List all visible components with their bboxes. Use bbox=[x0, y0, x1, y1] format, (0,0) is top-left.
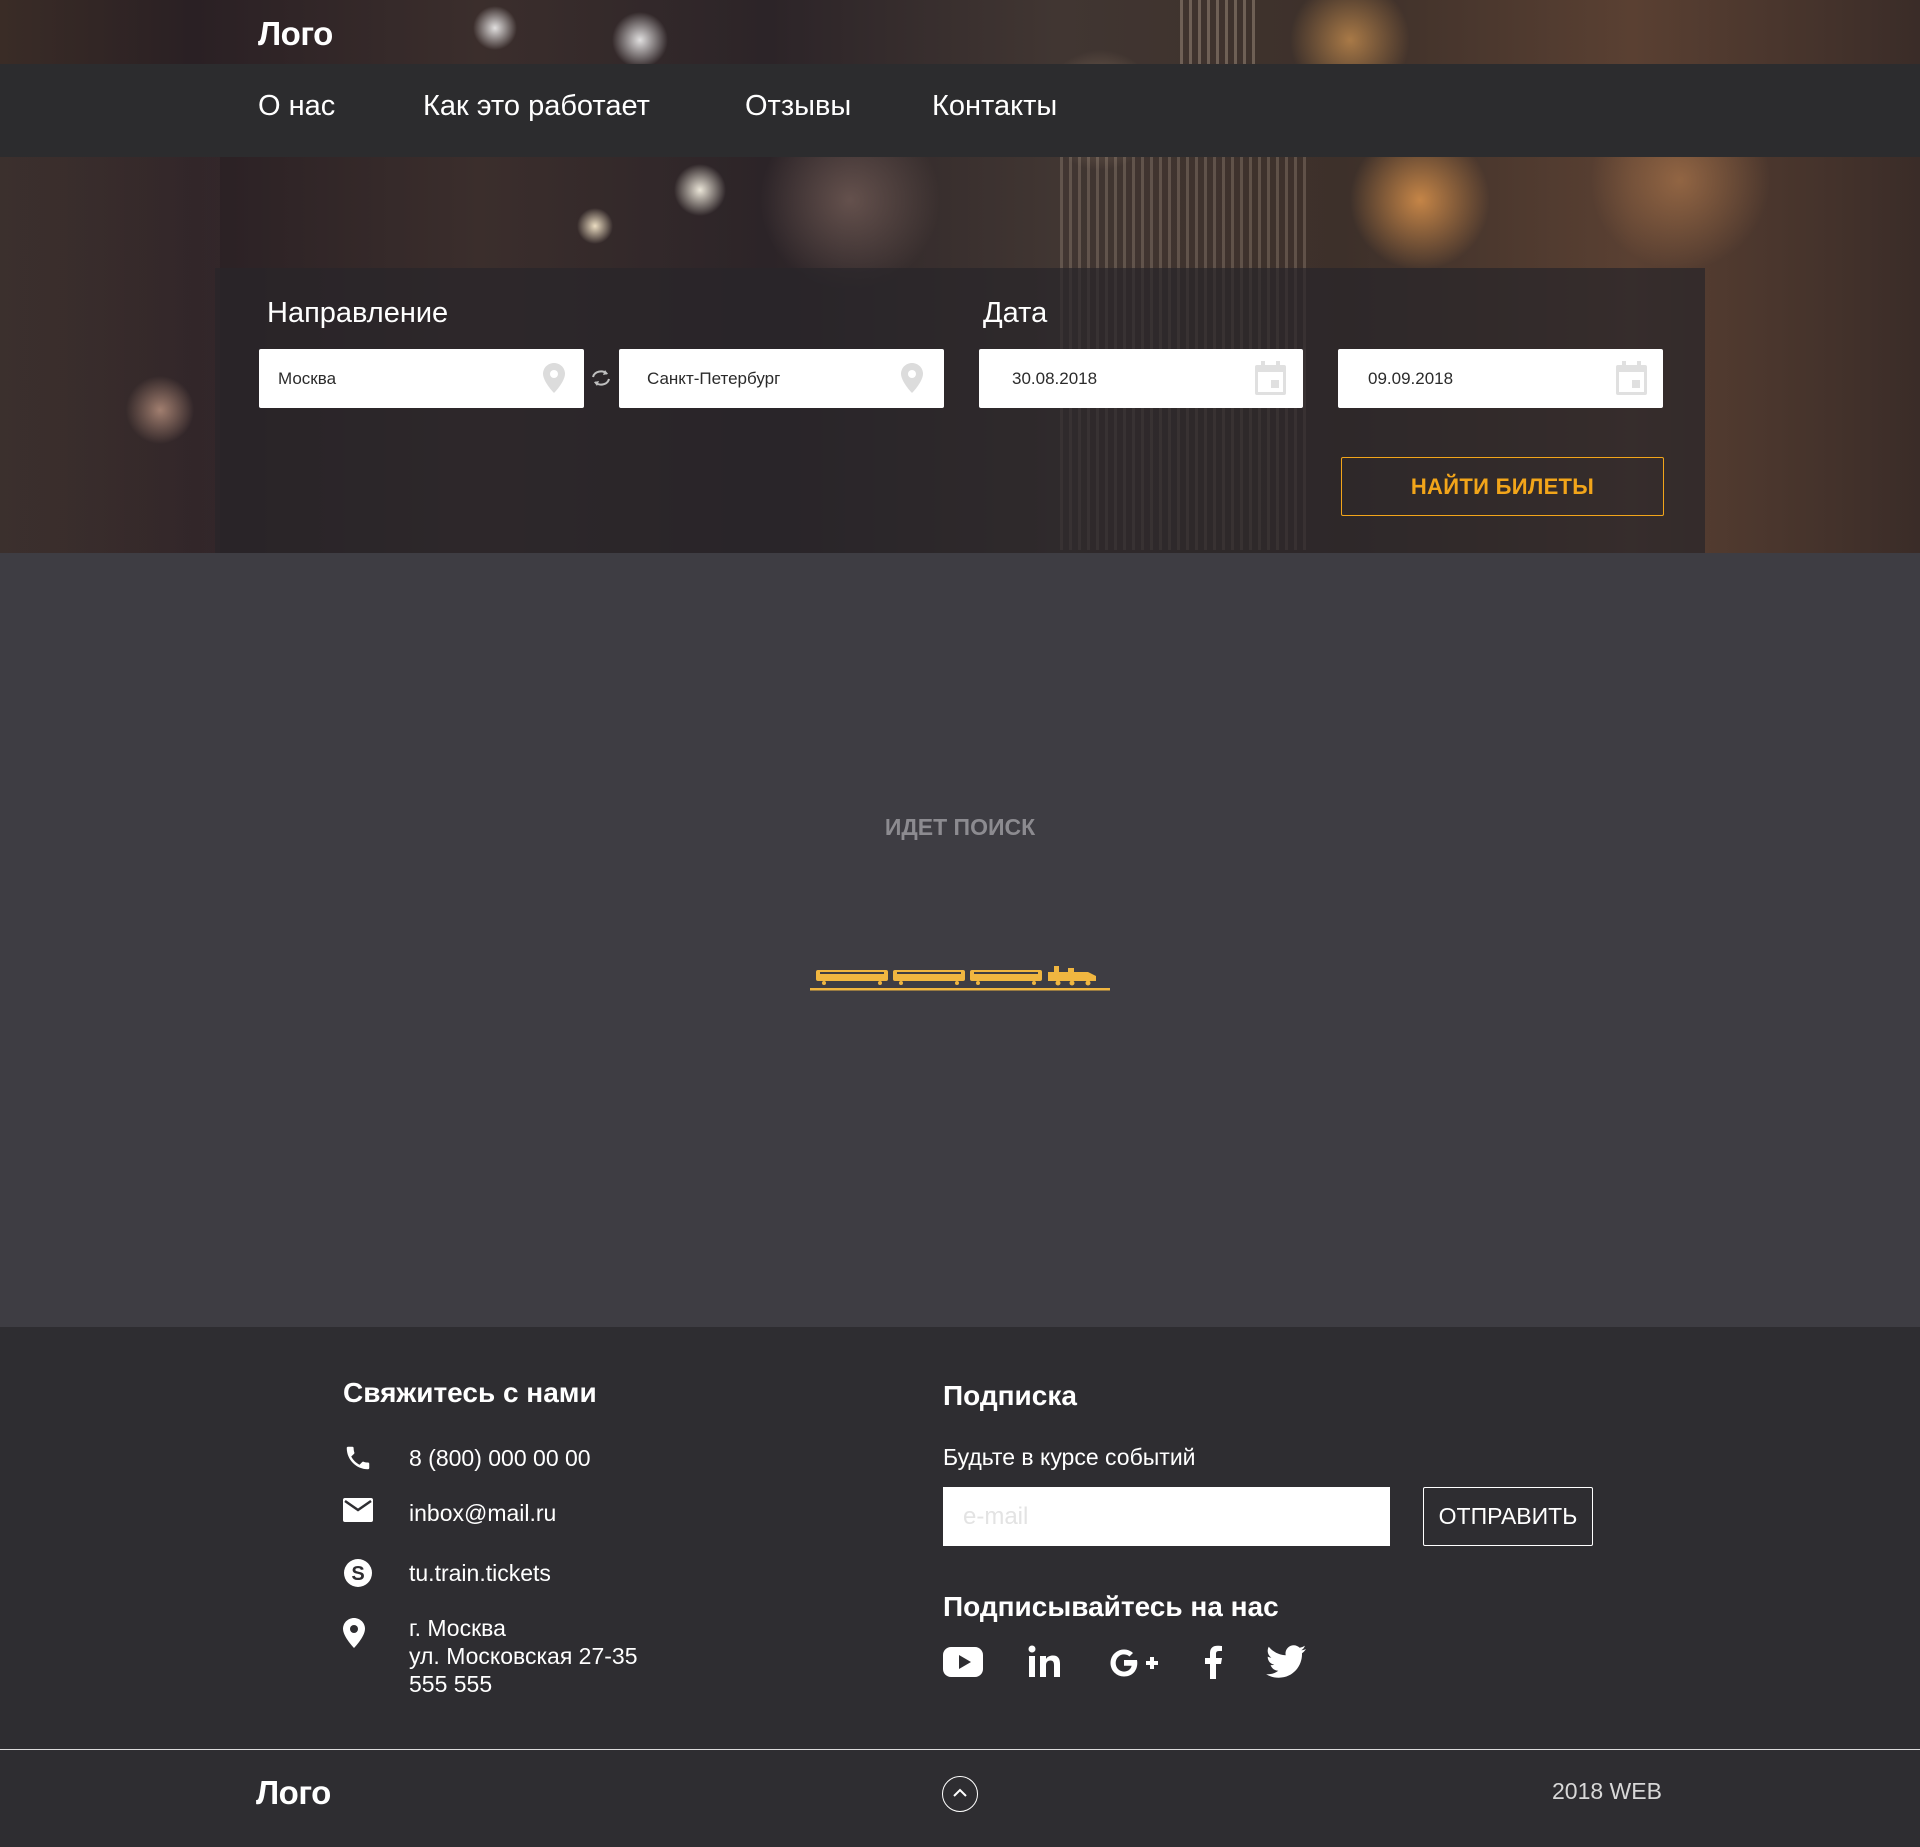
linkedin-icon[interactable] bbox=[1028, 1645, 1064, 1684]
mail-icon bbox=[343, 1498, 373, 1527]
address: г. Москва ул. Московская 27-35 555 555 bbox=[409, 1614, 638, 1698]
from-city-input[interactable]: Москва bbox=[259, 349, 584, 408]
facebook-icon[interactable] bbox=[1203, 1645, 1223, 1684]
date-label: Дата bbox=[983, 297, 1048, 329]
address-line-city: г. Москва bbox=[409, 1615, 506, 1641]
calendar-icon[interactable] bbox=[1616, 361, 1647, 400]
scroll-up-button[interactable] bbox=[942, 1776, 978, 1812]
train-loader-icon bbox=[810, 958, 1110, 997]
to-city-value: Санкт-Петербург bbox=[647, 368, 781, 388]
from-city-value: Москва bbox=[278, 368, 337, 388]
date-from-input[interactable]: 30.08.2018 bbox=[979, 349, 1303, 408]
contacts-title: Свяжитесь с нами bbox=[343, 1377, 597, 1408]
to-city-input[interactable]: Санкт-Петербург bbox=[619, 349, 944, 408]
svg-text:S: S bbox=[351, 1563, 364, 1585]
subscribe-text: Будьте в курсе событий bbox=[943, 1444, 1196, 1470]
nav-item-how-it-works[interactable]: Как это работает bbox=[423, 90, 650, 123]
hero-blur-left bbox=[0, 130, 220, 553]
skype-icon: S bbox=[343, 1558, 373, 1593]
email-address[interactable]: inbox@mail.ru bbox=[409, 1499, 556, 1527]
nav-item-about[interactable]: О нас bbox=[258, 90, 335, 123]
nav-item-contacts[interactable]: Контакты bbox=[932, 90, 1057, 123]
calendar-icon[interactable] bbox=[1255, 361, 1286, 400]
header-logo[interactable]: Лого bbox=[258, 15, 333, 53]
nav-item-reviews[interactable]: Отзывы bbox=[745, 90, 851, 123]
send-button[interactable]: ОТПРАВИТЬ bbox=[1423, 1487, 1593, 1546]
skype-name[interactable]: tu.train.tickets bbox=[409, 1559, 551, 1587]
subscribe-title: Подписка bbox=[943, 1380, 1077, 1411]
location-pin-icon bbox=[343, 1618, 365, 1653]
address-line-street: ул. Московская 27-35 bbox=[409, 1643, 638, 1669]
footer-logo[interactable]: Лого bbox=[256, 1774, 331, 1812]
phone-number[interactable]: 8 (800) 000 00 00 bbox=[409, 1444, 591, 1472]
follow-title: Подписывайтесь на нас bbox=[943, 1591, 1279, 1622]
date-to-input[interactable]: 09.09.2018 bbox=[1338, 349, 1663, 408]
results-area bbox=[0, 553, 1920, 1327]
hero-light-stripes-top bbox=[1180, 0, 1260, 64]
direction-label: Направление bbox=[267, 297, 449, 329]
phone-icon bbox=[343, 1443, 373, 1478]
find-tickets-button[interactable]: НАЙТИ БИЛЕТЫ bbox=[1341, 457, 1664, 516]
twitter-icon[interactable] bbox=[1266, 1645, 1306, 1684]
searching-status: ИДЕТ ПОИСК bbox=[884, 814, 1036, 840]
footer-divider bbox=[0, 1749, 1920, 1750]
swap-arrows-icon[interactable] bbox=[590, 368, 612, 393]
google-plus-icon[interactable] bbox=[1108, 1645, 1160, 1684]
youtube-icon[interactable] bbox=[943, 1645, 983, 1684]
address-line-index: 555 555 bbox=[409, 1671, 493, 1697]
chevron-up-icon bbox=[952, 1785, 968, 1803]
copyright: 2018 WEB bbox=[1552, 1778, 1662, 1804]
subscribe-email-input[interactable] bbox=[943, 1487, 1390, 1546]
location-pin-icon[interactable] bbox=[901, 363, 923, 398]
location-pin-icon[interactable] bbox=[543, 363, 565, 398]
